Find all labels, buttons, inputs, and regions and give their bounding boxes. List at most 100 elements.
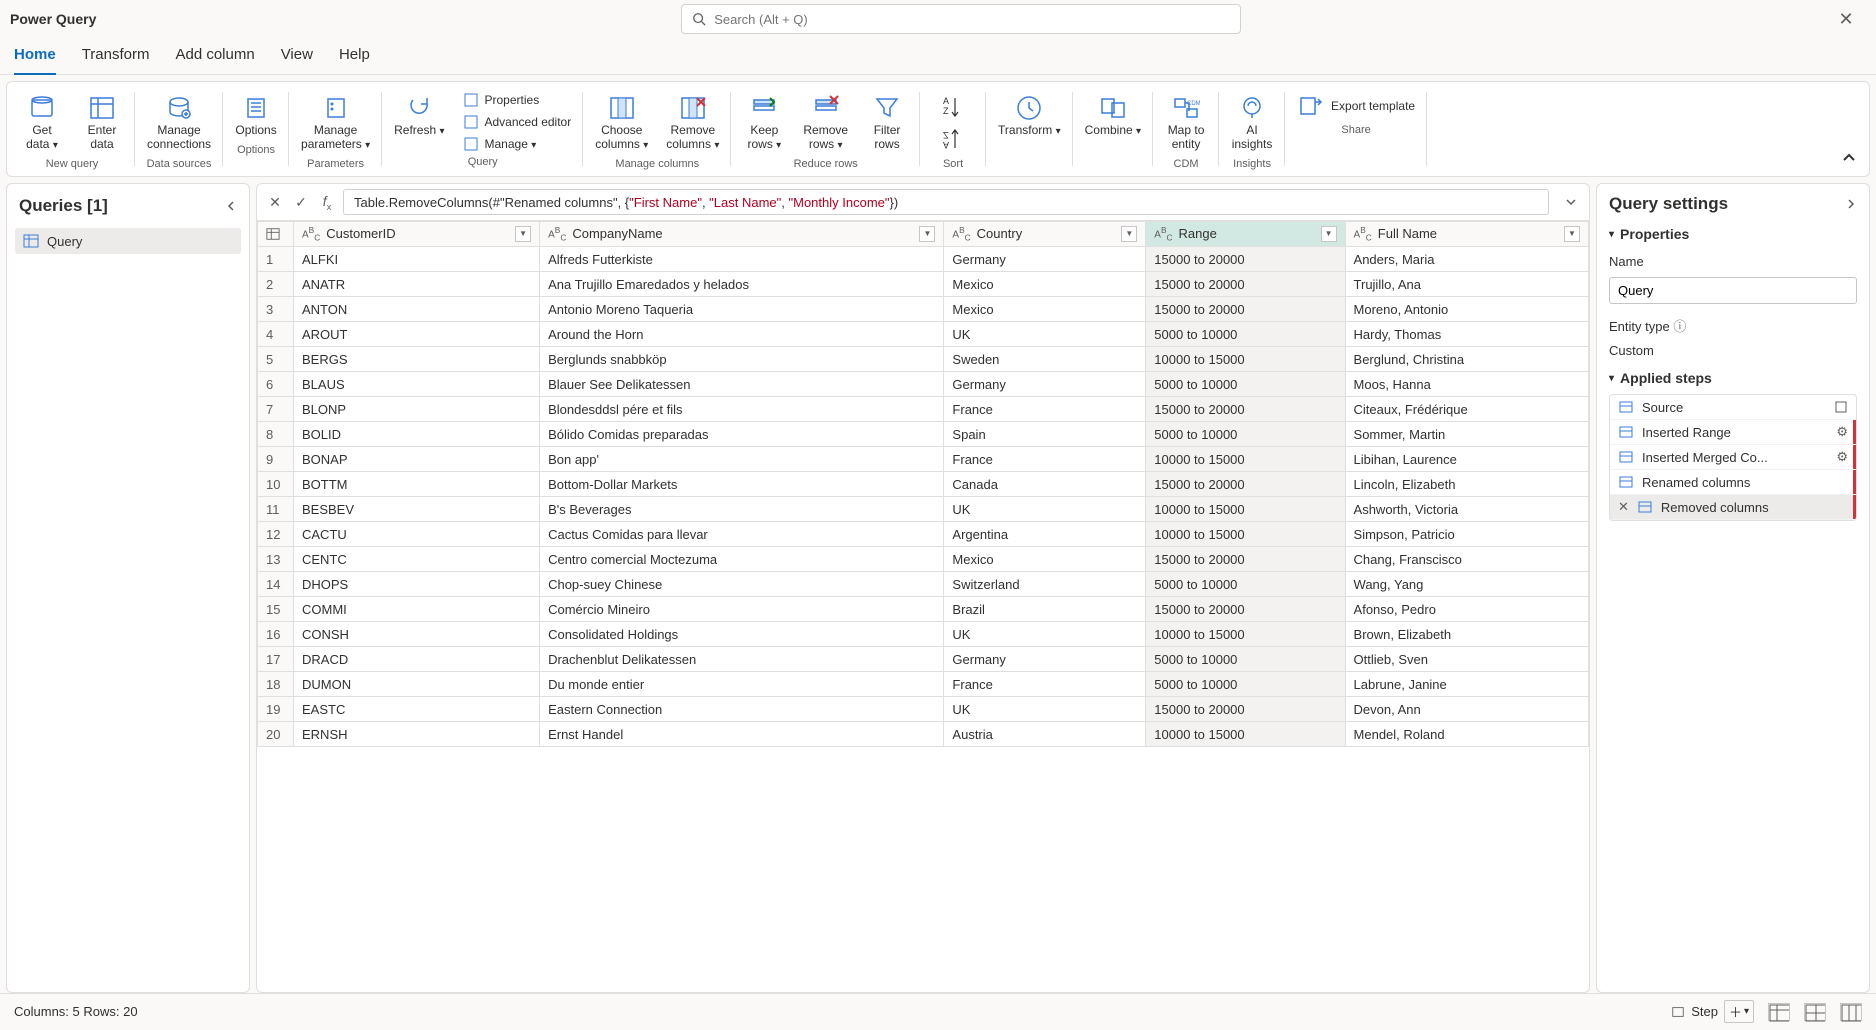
tab-home[interactable]: Home [14,40,56,75]
cell[interactable]: Berglunds snabbköp [540,347,944,372]
cell[interactable]: Ottlieb, Sven [1345,647,1588,672]
cell[interactable]: Mexico [944,297,1146,322]
row-header[interactable]: 9 [258,447,294,472]
cell[interactable]: Mendel, Roland [1345,722,1588,747]
row-header[interactable]: 19 [258,697,294,722]
ribbon-remove-rows-button[interactable]: Removerows ▾ [797,90,854,156]
cell[interactable]: Wang, Yang [1345,572,1588,597]
cell[interactable]: 5000 to 10000 [1146,572,1345,597]
fx-icon[interactable]: fx [317,193,337,212]
cell[interactable]: Moos, Hanna [1345,372,1588,397]
row-header[interactable]: 18 [258,672,294,697]
cell[interactable]: 5000 to 10000 [1146,672,1345,697]
row-header[interactable]: 12 [258,522,294,547]
applied-steps-section[interactable]: ▾Applied steps [1609,370,1857,386]
table-row[interactable]: 3ANTONAntonio Moreno TaqueriaMexico15000… [258,297,1589,322]
cell[interactable]: 5000 to 10000 [1146,422,1345,447]
cell[interactable]: COMMI [294,597,540,622]
column-header-full name[interactable]: ABCFull Name▼ [1345,222,1588,247]
cell[interactable]: Berglund, Christina [1345,347,1588,372]
cell[interactable]: Libihan, Laurence [1345,447,1588,472]
cell[interactable]: Germany [944,647,1146,672]
applied-step[interactable]: Source [1610,395,1856,420]
cell[interactable]: 10000 to 15000 [1146,497,1345,522]
column-header-companyname[interactable]: ABCCompanyName▼ [540,222,944,247]
tab-help[interactable]: Help [339,40,370,74]
table-row[interactable]: 9BONAPBon app'France10000 to 15000Libiha… [258,447,1589,472]
table-row[interactable]: 1ALFKIAlfreds FutterkisteGermany15000 to… [258,247,1589,272]
ribbon-manage-connections-button[interactable]: Manageconnections [141,90,217,156]
close-button[interactable]: ✕ [1826,9,1866,30]
ribbon-sort-button[interactable]: AZAZ [926,90,980,156]
cell[interactable]: B's Beverages [540,497,944,522]
table-row[interactable]: 20ERNSHErnst HandelAustria10000 to 15000… [258,722,1589,747]
table-row[interactable]: 5BERGSBerglunds snabbköpSweden10000 to 1… [258,347,1589,372]
cell[interactable]: 15000 to 20000 [1146,397,1345,422]
table-row[interactable]: 15COMMIComércio MineiroBrazil15000 to 20… [258,597,1589,622]
table-row[interactable]: 18DUMONDu monde entierFrance5000 to 1000… [258,672,1589,697]
cell[interactable]: 10000 to 15000 [1146,622,1345,647]
export-template-button[interactable]: Export template [1291,90,1421,122]
cell[interactable]: CONSH [294,622,540,647]
ribbon-get-data-button[interactable]: Getdata ▾ [15,90,69,156]
cell[interactable]: Anders, Maria [1345,247,1588,272]
cell[interactable]: Austria [944,722,1146,747]
table-row[interactable]: 8BOLIDBólido Comidas preparadasSpain5000… [258,422,1589,447]
cell[interactable]: Canada [944,472,1146,497]
ribbon-options-button[interactable]: Options [229,90,283,142]
cell[interactable]: 10000 to 15000 [1146,447,1345,472]
tab-transform[interactable]: Transform [82,40,150,74]
filter-dropdown-icon[interactable]: ▼ [1321,226,1337,242]
ribbon-choose-columns-button[interactable]: Choosecolumns ▾ [589,90,654,156]
ribbon-map-to-entity-button[interactable]: CDMMap toentity [1159,90,1213,156]
confirm-step-icon[interactable]: ✓ [291,194,311,211]
tab-add-column[interactable]: Add column [175,40,254,74]
row-header[interactable]: 15 [258,597,294,622]
collapse-icon[interactable] [225,200,237,212]
table-row[interactable]: 6BLAUSBlauer See DelikatessenGermany5000… [258,372,1589,397]
table-row[interactable]: 13CENTCCentro comercial MoctezumaMexico1… [258,547,1589,572]
ribbon-combine-button[interactable]: Combine ▾ [1079,90,1147,142]
applied-step[interactable]: Renamed columns [1610,470,1856,495]
filter-dropdown-icon[interactable]: ▼ [1121,226,1137,242]
cell[interactable]: BONAP [294,447,540,472]
cell[interactable]: Chop-suey Chinese [540,572,944,597]
query-name-input[interactable] [1609,277,1857,304]
cell[interactable]: UK [944,622,1146,647]
cell[interactable]: Trujillo, Ana [1345,272,1588,297]
cell[interactable]: AROUT [294,322,540,347]
cell[interactable]: BOLID [294,422,540,447]
ribbon-refresh-button[interactable]: Refresh ▾ [388,90,450,142]
cell[interactable]: UK [944,497,1146,522]
column-header-country[interactable]: ABCCountry▼ [944,222,1146,247]
gear-icon[interactable]: ⚙ [1836,449,1848,465]
cell[interactable]: 15000 to 20000 [1146,297,1345,322]
row-header[interactable]: 10 [258,472,294,497]
applied-step[interactable]: Inserted Merged Co...⚙ [1610,445,1856,470]
ribbon-filter-rows-button[interactable]: Filterrows [860,90,914,156]
cell[interactable]: Ashworth, Victoria [1345,497,1588,522]
cell[interactable]: France [944,447,1146,472]
cell[interactable]: France [944,397,1146,422]
cell[interactable]: 15000 to 20000 [1146,472,1345,497]
cell[interactable]: Antonio Moreno Taqueria [540,297,944,322]
cell[interactable]: Blondesddsl pére et fils [540,397,944,422]
cell[interactable]: ERNSH [294,722,540,747]
delete-step-icon[interactable]: ✕ [1618,499,1629,515]
cell[interactable]: Sweden [944,347,1146,372]
cell[interactable]: Bólido Comidas preparadas [540,422,944,447]
ribbon-remove-columns-button[interactable]: Removecolumns ▾ [660,90,725,156]
ribbon-ai-insights-button[interactable]: AIinsights [1225,90,1279,156]
cell[interactable]: Ernst Handel [540,722,944,747]
cell[interactable]: Bon app' [540,447,944,472]
cell[interactable]: Blauer See Delikatessen [540,372,944,397]
cell[interactable]: EASTC [294,697,540,722]
row-header[interactable]: 6 [258,372,294,397]
cell[interactable]: UK [944,322,1146,347]
cell[interactable]: Centro comercial Moctezuma [540,547,944,572]
table-row[interactable]: 12CACTUCactus Comidas para llevarArgenti… [258,522,1589,547]
row-header[interactable]: 16 [258,622,294,647]
source-options-icon[interactable] [1834,400,1848,414]
view-grid-icon[interactable] [1804,1003,1826,1021]
step-add-button[interactable]: ＋▾ [1724,1000,1754,1023]
